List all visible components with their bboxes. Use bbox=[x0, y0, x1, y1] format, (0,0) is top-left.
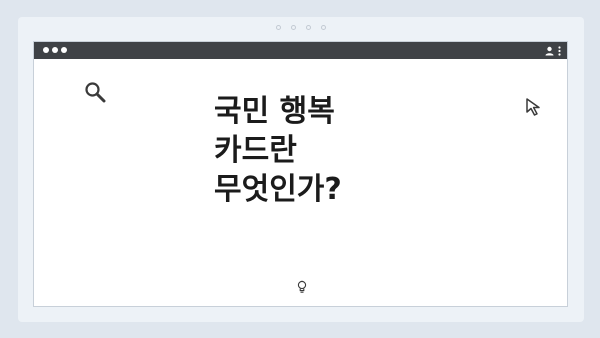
user-icon[interactable] bbox=[545, 46, 554, 56]
minimize-dot[interactable] bbox=[52, 47, 58, 53]
kebab-menu-icon[interactable] bbox=[558, 45, 561, 56]
page-dot[interactable] bbox=[306, 25, 311, 30]
window-content: 국민 행복 카드란 무엇인가? bbox=[34, 59, 567, 307]
browser-window: 국민 행복 카드란 무엇인가? bbox=[33, 41, 568, 307]
lightbulb-icon bbox=[296, 279, 308, 298]
maximize-dot[interactable] bbox=[61, 47, 67, 53]
page-dot[interactable] bbox=[321, 25, 326, 30]
close-dot[interactable] bbox=[43, 47, 49, 53]
window-controls bbox=[43, 47, 70, 53]
page-indicator bbox=[18, 25, 584, 30]
page-title: 국민 행복 카드란 무엇인가? bbox=[214, 94, 342, 207]
page-dot[interactable] bbox=[291, 25, 296, 30]
page-dot[interactable] bbox=[276, 25, 281, 30]
window-menu-area bbox=[545, 45, 561, 56]
slide-frame: 국민 행복 카드란 무엇인가? bbox=[18, 17, 584, 322]
cursor-icon bbox=[525, 97, 545, 121]
search-icon bbox=[84, 81, 106, 107]
window-titlebar bbox=[34, 42, 567, 59]
